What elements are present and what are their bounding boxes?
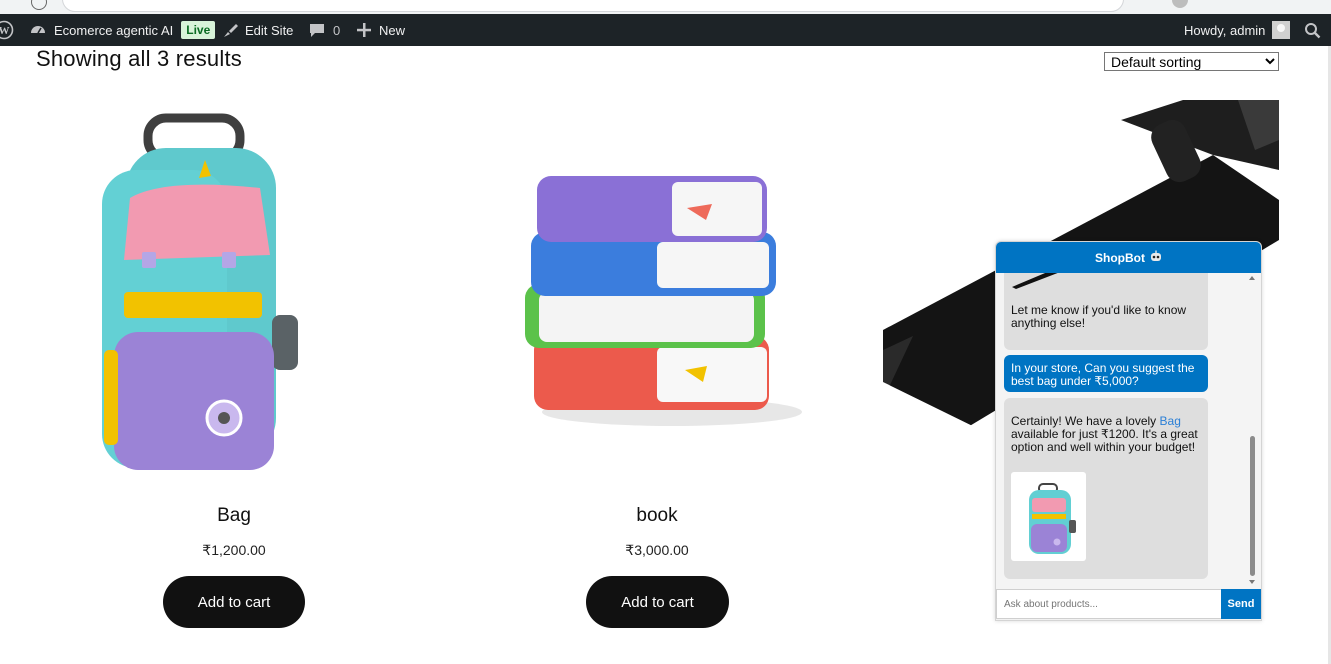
scroll-thumb[interactable] [1250,436,1255,576]
site-name-link[interactable]: Ecomerce agentic AI Live [29,14,216,46]
product-title[interactable]: book [457,505,857,527]
live-badge: Live [181,21,216,39]
profile-icon[interactable] [1172,0,1188,8]
avatar [1272,21,1291,39]
pen-thumbnail [1012,273,1058,289]
send-button[interactable]: Send [1221,589,1261,619]
chat-messages[interactable]: Let me know if you'd like to know anythi… [996,273,1261,589]
sort-dropdown[interactable]: Default sorting [1104,52,1279,71]
product-thumbnail-bag[interactable] [1011,472,1086,561]
book-image[interactable] [457,100,857,490]
dashboard-icon [29,21,47,39]
scroll-down-icon[interactable] [1249,580,1255,584]
plus-icon [357,23,371,37]
comments-count: 0 [333,22,341,38]
user-message: In your store, Can you suggest the best … [1004,355,1208,392]
search-icon[interactable] [1304,14,1321,46]
bot-text-before: Certainly! We have a lovely [1011,414,1160,428]
product-link-bag[interactable]: Bag [1160,414,1181,428]
edit-site-link[interactable]: Edit Site [221,14,293,46]
chat-widget: ShopBot Let me know if you'd like to kno… [995,241,1262,621]
edit-site-label: Edit Site [245,22,294,38]
chat-scrollbar[interactable] [1247,276,1257,586]
chat-input[interactable] [996,589,1221,619]
robot-icon [1150,250,1162,265]
site-name-label: Ecomerce agentic AI [54,22,174,38]
chat-header: ShopBot [996,242,1261,273]
my-account-link[interactable]: Howdy, admin [1184,14,1291,46]
browser-toolbar [0,0,1331,14]
product-price: ₹1,200.00 [202,542,266,558]
address-bar[interactable] [62,0,1124,12]
brush-icon [221,21,239,39]
result-count: Showing all 3 results [36,46,242,71]
bot-message-text: Let me know if you'd like to know anythi… [1011,303,1187,330]
user-message-text: In your store, Can you suggest the best … [1011,361,1195,388]
scroll-up-icon[interactable] [1249,276,1255,280]
bag-image[interactable] [34,100,434,490]
admin-bar: W Ecomerce agentic AI Live Edit Site 0 N… [0,14,1331,46]
chat-title: ShopBot [1095,250,1145,265]
product-price: ₹3,000.00 [625,542,689,558]
bot-message: Let me know if you'd like to know anythi… [1004,273,1208,350]
wordpress-logo-icon[interactable]: W [0,14,14,46]
comments-link[interactable]: 0 [309,14,340,46]
bot-message: Certainly! We have a lovely Bag availabl… [1004,398,1208,579]
howdy-label: Howdy, admin [1184,22,1266,38]
svg-text:W: W [0,25,10,37]
new-label: New [379,22,406,38]
add-to-cart-button[interactable]: Add to cart [163,576,305,628]
bot-text-after: available for just ₹1200. It's a great o… [1011,427,1198,454]
add-to-cart-button[interactable]: Add to cart [586,576,729,628]
comment-icon [309,22,325,38]
new-content-link[interactable]: New [357,14,405,46]
reload-icon[interactable] [31,0,47,10]
bag-thumbnail-image [1029,483,1076,554]
product-title[interactable]: Bag [34,505,434,527]
